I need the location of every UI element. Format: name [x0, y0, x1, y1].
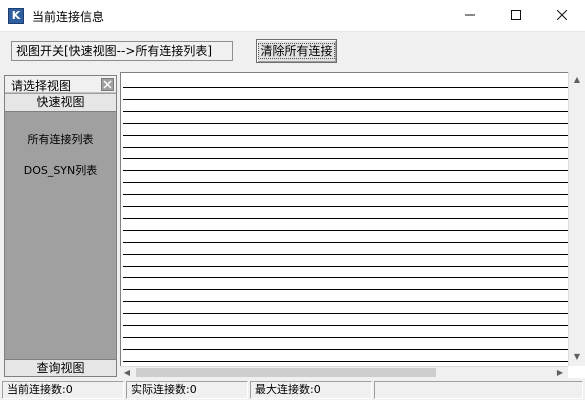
panel-header: 请选择视图 — [5, 76, 116, 93]
horizontal-scroll-thumb[interactable] — [136, 368, 436, 377]
maximize-button[interactable] — [493, 0, 539, 31]
quick-view-button[interactable]: 快速视图 — [5, 94, 116, 112]
minimize-button[interactable] — [447, 0, 493, 31]
status-current-connections: 当前连接数:0 — [2, 381, 124, 399]
status-max-connections: 最大连接数:0 — [250, 381, 372, 399]
panel-header-label: 请选择视图 — [11, 79, 72, 93]
status-bar: 当前连接数:0 实际连接数:0 最大连接数:0 — [0, 380, 585, 400]
status-empty-cell — [374, 381, 583, 399]
vertical-scrollbar[interactable]: ▲ ▼ — [568, 72, 585, 366]
app-logo-icon: K — [8, 8, 24, 24]
window-title: 当前连接信息 — [32, 10, 105, 24]
minimize-icon — [465, 14, 475, 16]
connection-list[interactable] — [120, 72, 585, 378]
clear-all-connections-label: 清除所有连接 — [258, 43, 335, 59]
title-bar: K 当前连接信息 — [0, 0, 585, 32]
close-icon — [557, 10, 567, 20]
view-selector-panel: 请选择视图 快速视图 所有连接列表 DOS_SYN列表 查询视图 — [4, 75, 117, 377]
nav-item-all-connections[interactable]: 所有连接列表 — [5, 131, 116, 147]
panel-close-icon — [103, 80, 112, 89]
list-row-lines — [123, 87, 569, 362]
query-view-button[interactable]: 查询视图 — [5, 359, 116, 376]
scroll-right-icon[interactable]: ▶ — [553, 367, 567, 378]
view-switch-label: 视图开关[快速视图-->所有连接列表] — [11, 41, 233, 61]
panel-close-button[interactable] — [101, 78, 114, 91]
clear-all-connections-button[interactable]: 清除所有连接 — [256, 39, 337, 63]
scroll-left-icon[interactable]: ◀ — [120, 367, 134, 378]
close-button[interactable] — [539, 0, 585, 31]
nav-item-dos-syn[interactable]: DOS_SYN列表 — [5, 162, 116, 178]
status-actual-connections: 实际连接数:0 — [126, 381, 248, 399]
horizontal-scrollbar[interactable]: ◀ ▶ — [120, 366, 568, 378]
scroll-down-icon[interactable]: ▼ — [569, 349, 585, 365]
maximize-icon — [511, 10, 521, 20]
scroll-up-icon[interactable]: ▲ — [569, 72, 585, 88]
